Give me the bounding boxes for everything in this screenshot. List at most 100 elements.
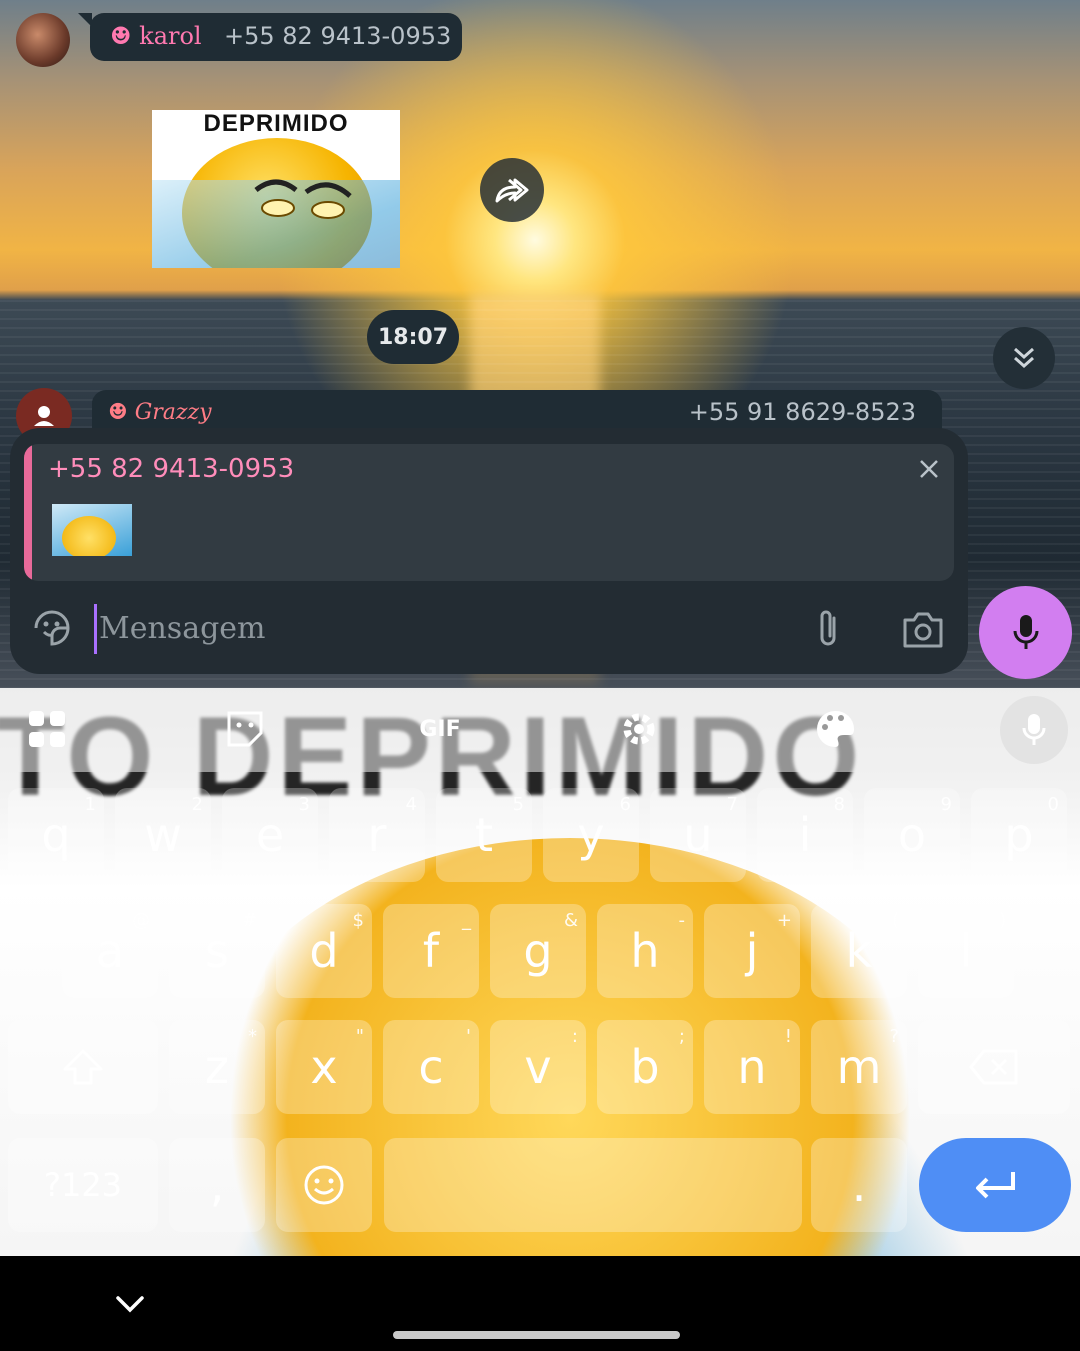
comma-key[interactable]: , — [169, 1138, 265, 1232]
sender-name[interactable]: ☻ Grazzy — [108, 400, 212, 425]
key-x[interactable]: x " — [276, 1020, 372, 1114]
key-hint: + — [776, 910, 792, 931]
key-f[interactable]: f _ — [383, 904, 479, 998]
apps-grid-button[interactable] — [24, 706, 70, 752]
key-s[interactable]: s # — [169, 904, 265, 998]
sender-header: ☻ karol +55 82 9413-0953 — [78, 13, 462, 61]
key-hint: * — [248, 1026, 257, 1047]
key-hint: 5 — [512, 794, 524, 815]
key-d[interactable]: d $ — [276, 904, 372, 998]
chevron-down-icon — [116, 1296, 144, 1313]
camera-button[interactable] — [900, 608, 946, 652]
theme-button[interactable] — [812, 706, 858, 752]
shift-key[interactable] — [8, 1020, 158, 1114]
reply-sticker-thumbnail — [52, 504, 132, 556]
on-screen-keyboard: TO DEPRIMIDO GIF — [0, 688, 1080, 1256]
palette-icon — [817, 710, 854, 747]
key-n[interactable]: n! — [704, 1020, 800, 1114]
key-h[interactable]: h- — [597, 904, 693, 998]
key-label: v — [524, 1040, 552, 1094]
period-key[interactable]: . — [811, 1138, 907, 1232]
key-label: b — [630, 1040, 660, 1094]
space-key[interactable] — [384, 1138, 802, 1232]
key-hint: $ — [352, 910, 364, 931]
key-e[interactable]: e3 — [222, 788, 318, 882]
close-reply-button[interactable] — [912, 452, 946, 486]
backspace-icon — [969, 1049, 1018, 1085]
backspace-key[interactable] — [918, 1020, 1070, 1114]
sticker-eyes — [254, 179, 352, 219]
key-hint: 0 — [1047, 794, 1059, 815]
sticker-button[interactable] — [222, 706, 268, 752]
key-b[interactable]: b; — [597, 1020, 693, 1114]
key-hint: ( — [891, 910, 899, 931]
gesture-handle[interactable] — [393, 1331, 680, 1339]
voice-message-button[interactable] — [979, 586, 1072, 679]
key-label: u — [683, 808, 713, 862]
voice-typing-button[interactable] — [1000, 696, 1068, 764]
key-label: h — [630, 924, 660, 978]
avatar[interactable] — [16, 13, 70, 67]
enter-key[interactable] — [919, 1138, 1071, 1232]
key-a[interactable]: a @ — [62, 904, 158, 998]
forward-button[interactable] — [480, 158, 544, 222]
key-label: k — [845, 924, 873, 978]
hide-keyboard-button[interactable] — [110, 1284, 150, 1324]
key-u[interactable]: u7 — [650, 788, 746, 882]
key-i[interactable]: i8 — [757, 788, 853, 882]
key-label: f — [422, 924, 440, 978]
key-hint: & — [563, 910, 578, 931]
key-v[interactable]: v: — [490, 1020, 586, 1114]
emoji-sticker-button[interactable] — [30, 606, 74, 650]
key-hint: 2 — [191, 794, 203, 815]
settings-button[interactable] — [616, 706, 662, 752]
paperclip-icon — [820, 610, 836, 646]
sticker-icon — [34, 610, 70, 646]
system-navigation-bar — [0, 1256, 1080, 1351]
key-label: r — [367, 808, 387, 862]
sticker-caption: DEPRIMIDO — [203, 110, 349, 137]
key-m[interactable]: m? — [811, 1020, 907, 1114]
key-label: c — [418, 1040, 444, 1094]
key-t[interactable]: t5 — [436, 788, 532, 882]
camera-icon — [903, 612, 943, 648]
key-label: i — [798, 808, 812, 862]
key-label: g — [523, 924, 553, 978]
key-c[interactable]: c ' — [383, 1020, 479, 1114]
message-input[interactable]: Mensagem — [94, 604, 699, 654]
key-hint: 3 — [298, 794, 310, 815]
reply-preview[interactable]: +55 82 9413-0953 — [24, 444, 954, 581]
sticker-message[interactable]: DEPRIMIDO — [152, 110, 400, 268]
key-hint: ; — [678, 1026, 685, 1047]
gif-button[interactable]: GIF — [410, 706, 470, 752]
key-hint: : — [571, 1026, 578, 1047]
key-y[interactable]: y6 — [543, 788, 639, 882]
emoji-key[interactable] — [276, 1138, 372, 1232]
key-hint: " — [355, 1026, 364, 1047]
attach-button[interactable] — [810, 606, 846, 650]
sender-phone: +55 91 8629-8523 — [688, 398, 916, 426]
reply-accent-bar — [24, 444, 32, 581]
key-g[interactable]: g & — [490, 904, 586, 998]
key-label: l — [959, 924, 973, 978]
key-k[interactable]: k( — [811, 904, 907, 998]
key-r[interactable]: r4 — [329, 788, 425, 882]
key-hint: ! — [784, 1026, 792, 1047]
mic-icon — [1013, 614, 1038, 649]
key-z[interactable]: z * — [169, 1020, 265, 1114]
key-w[interactable]: w2 — [115, 788, 211, 882]
apps-grid-icon — [29, 711, 65, 747]
sender-phone: +55 82 9413-0953 — [224, 22, 452, 50]
sender-name[interactable]: ☻ karol — [110, 22, 202, 50]
symbols-key[interactable]: ?123 — [8, 1138, 158, 1232]
key-l[interactable]: l) — [918, 904, 1014, 998]
settings-gear-icon — [623, 713, 655, 745]
key-j[interactable]: j + — [704, 904, 800, 998]
key-q[interactable]: q1 — [8, 788, 104, 882]
sad-emoji-sticker — [62, 516, 116, 556]
key-p[interactable]: p0 — [971, 788, 1067, 882]
reply-sender-phone: +55 82 9413-0953 — [48, 454, 295, 484]
date-time-chip: 18:07 — [367, 310, 459, 364]
key-o[interactable]: o9 — [864, 788, 960, 882]
scroll-to-bottom-button[interactable] — [993, 327, 1055, 389]
